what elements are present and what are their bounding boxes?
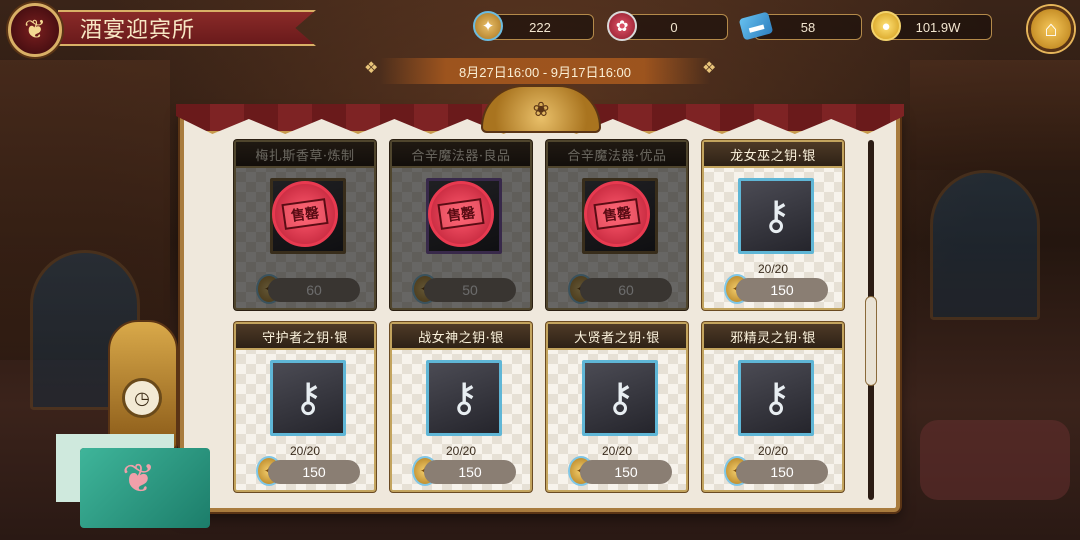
- background-window-right: [930, 170, 1040, 320]
- shop-item-card[interactable]: 大贤者之钥·银 ⚷ 20/20 ✦ 150: [546, 322, 688, 492]
- item-stock-count: 20/20: [289, 444, 321, 458]
- item-price: 150: [736, 460, 828, 484]
- clock-icon: ◷: [122, 378, 162, 418]
- item-price: 150: [580, 460, 672, 484]
- item-price: 50: [424, 278, 516, 302]
- date-ornament-right-icon: ❖: [702, 60, 717, 77]
- page-title: 酒宴迎宾所: [80, 18, 196, 43]
- ticket-icon: ▬: [738, 11, 774, 41]
- item-title: 梅扎斯香草·炼制: [236, 142, 374, 168]
- currency-ticket[interactable]: ▬ 58: [738, 11, 862, 41]
- item-title: 合辛魔法器·优品: [548, 142, 686, 168]
- item-stock-count: 20/20: [757, 444, 789, 458]
- item-stock-count: 20/20: [445, 444, 477, 458]
- item-price: 60: [580, 278, 672, 302]
- title-banner-group: 酒宴迎宾所 ❦: [0, 0, 330, 60]
- item-title: 大贤者之钥·银: [548, 324, 686, 350]
- panel-crest: ❀: [466, 82, 616, 136]
- title-banner: 酒宴迎宾所: [58, 10, 316, 46]
- sold-out-stamp-icon: 售罄: [272, 181, 338, 247]
- event-date-bar: 8月27日16:00 - 9月17日16:00: [380, 58, 710, 84]
- currency-medal-value: 222: [529, 19, 551, 35]
- scrollbar-thumb[interactable]: [865, 296, 877, 386]
- item-stock-count: 20/20: [601, 444, 633, 458]
- sold-out-label: 售罄: [437, 198, 485, 230]
- item-title: 合辛魔法器·良品: [392, 142, 530, 168]
- item-price: 150: [424, 460, 516, 484]
- swirl-emblem-icon[interactable]: ❦: [8, 3, 62, 57]
- silver-key-icon: ⚷: [738, 360, 814, 436]
- medal-icon: ✦: [473, 11, 503, 41]
- currency-rose[interactable]: ✿ 0: [607, 11, 728, 41]
- shop-item-card[interactable]: 守护者之钥·银 ⚷ 20/20 ✦ 150: [234, 322, 376, 492]
- rose-icon: ✿: [607, 11, 637, 41]
- event-date-range: 8月27日16:00 - 9月17日16:00: [459, 64, 631, 80]
- currency-gold[interactable]: ● 101.9W: [871, 11, 992, 41]
- currency-ticket-value: 58: [800, 19, 816, 35]
- silver-key-icon: ⚷: [738, 178, 814, 254]
- background-shelf-right: [910, 60, 1080, 170]
- home-icon: ⌂: [1044, 16, 1058, 41]
- sold-out-label: 售罄: [593, 198, 641, 230]
- item-price: 150: [268, 460, 360, 484]
- sold-out-label: 售罄: [281, 198, 329, 230]
- shop-item-card[interactable]: 邪精灵之钥·银 ⚷ 20/20 ✦ 150: [702, 322, 844, 492]
- sold-out-stamp: 售罄: [390, 166, 532, 262]
- home-button[interactable]: ⌂: [1028, 6, 1074, 52]
- shop-item-card[interactable]: 龙女巫之钥·银 ⚷ 20/20 ✦ 150: [702, 140, 844, 310]
- silver-key-icon: ⚷: [426, 360, 502, 436]
- sold-out-stamp-icon: 售罄: [428, 181, 494, 247]
- item-title: 守护者之钥·银: [236, 324, 374, 350]
- gold-coin-icon: ●: [871, 11, 901, 41]
- item-title: 战女神之钥·银: [392, 324, 530, 350]
- item-price: 150: [736, 278, 828, 302]
- silver-key-icon: ⚷: [270, 360, 346, 436]
- item-title: 邪精灵之钥·银: [704, 324, 842, 350]
- currency-medal[interactable]: ✦ 222: [473, 11, 594, 41]
- item-title: 龙女巫之钥·银: [704, 142, 842, 168]
- sold-out-stamp-icon: 售罄: [584, 181, 650, 247]
- currency-rose-value: 0: [670, 19, 678, 35]
- gift-bow-icon: ❦: [122, 457, 156, 501]
- sold-out-stamp: 售罄: [546, 166, 688, 262]
- date-ornament-left-icon: ❖: [364, 60, 379, 77]
- background-couch: [920, 420, 1070, 500]
- currency-gold-value: 101.9W: [915, 19, 961, 35]
- crest-ornament-icon: ❀: [481, 85, 601, 133]
- sold-out-stamp: 售罄: [234, 166, 376, 262]
- item-stock-count: 20/20: [757, 262, 789, 276]
- shop-item-card[interactable]: 战女神之钥·银 ⚷ 20/20 ✦ 150: [390, 322, 532, 492]
- item-price: 60: [268, 278, 360, 302]
- silver-key-icon: ⚷: [582, 360, 658, 436]
